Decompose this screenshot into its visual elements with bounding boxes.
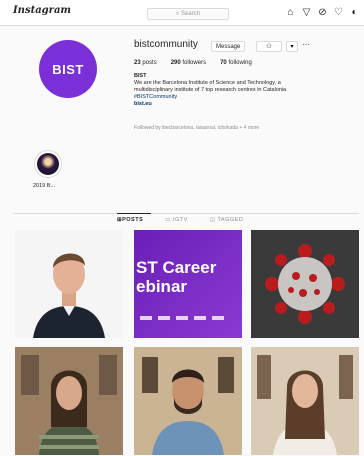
tabs-divider bbox=[13, 213, 359, 214]
partner-logos bbox=[140, 316, 224, 320]
bio-line-1: We are the Barcelona Institute of Scienc… bbox=[134, 80, 281, 86]
profile-stats: 23 posts 290 followers 70 following bbox=[134, 60, 252, 66]
nav-icons: ⌂ ▽ ⊘ ♡ ◐ bbox=[285, 7, 360, 18]
following-count[interactable]: 70 following bbox=[220, 60, 252, 66]
tab-tagged[interactable]: ◫ TAGGED bbox=[210, 217, 243, 223]
profile-bio: BIST We are the Barcelona Institute of S… bbox=[134, 73, 334, 108]
highlight-label: 2019 B... bbox=[33, 183, 56, 189]
portrait-woman-long-hair-image bbox=[251, 347, 359, 455]
profile-icon[interactable]: ◐ bbox=[349, 7, 360, 18]
avatar-text: BIST bbox=[52, 61, 84, 77]
followers-count[interactable]: 290 followers bbox=[171, 60, 206, 66]
post-thumbnail[interactable] bbox=[134, 347, 242, 455]
post-thumbnail[interactable] bbox=[251, 230, 359, 338]
bio-hashtag[interactable]: #BISTCommunity bbox=[134, 94, 334, 101]
top-nav-bar: Instagram ⌕ Search ⌂ ▽ ⊘ ♡ ◐ bbox=[0, 0, 364, 26]
ellipsis-icon: ··· bbox=[302, 40, 310, 49]
profile-tabs: ⊞POSTS ▭ IGTV ◫ TAGGED bbox=[117, 217, 243, 223]
highlight-cover-image bbox=[37, 153, 59, 175]
post-thumbnail[interactable]: ST Career ebinar bbox=[134, 230, 242, 338]
post-thumbnail[interactable] bbox=[15, 347, 123, 455]
portrait-man-image bbox=[15, 230, 123, 338]
follow-button[interactable]: ⚇ bbox=[256, 41, 282, 52]
home-icon[interactable]: ⌂ bbox=[285, 7, 296, 18]
follow-person-icon: ⚇ bbox=[266, 44, 272, 50]
portrait-woman-image bbox=[15, 347, 123, 455]
suggestions-dropdown-button[interactable]: ▾ bbox=[286, 41, 298, 52]
explore-icon[interactable]: ⊘ bbox=[317, 7, 328, 18]
bio-line-2: multidisciplinary institute of 7 top res… bbox=[134, 87, 287, 93]
coronavirus-image bbox=[251, 230, 359, 338]
career-webinar-text: ST Career ebinar bbox=[136, 258, 217, 296]
search-input[interactable]: ⌕ Search bbox=[147, 8, 229, 20]
instagram-logo[interactable]: Instagram bbox=[13, 5, 71, 16]
message-button[interactable]: Message bbox=[211, 41, 246, 52]
profile-username: bistcommunity bbox=[134, 39, 198, 50]
chevron-down-icon: ▾ bbox=[290, 44, 294, 50]
followed-by-text[interactable]: Followed by ibecbarcelona, iaiaarnal, ic… bbox=[134, 125, 259, 131]
more-options-button[interactable]: ··· bbox=[302, 40, 310, 49]
search-placeholder: Search bbox=[181, 11, 201, 17]
bio-website-link[interactable]: bist.eu bbox=[134, 101, 334, 108]
heart-icon[interactable]: ♡ bbox=[333, 7, 344, 18]
tv-icon: ▭ bbox=[165, 217, 173, 223]
filter-icon[interactable]: ▽ bbox=[301, 7, 312, 18]
posts-count: 23 posts bbox=[134, 60, 157, 66]
story-highlight[interactable] bbox=[34, 150, 62, 178]
tab-posts[interactable]: ⊞POSTS bbox=[117, 217, 143, 223]
portrait-bearded-man-image bbox=[134, 347, 242, 455]
post-thumbnail[interactable] bbox=[251, 347, 359, 455]
profile-avatar[interactable]: BIST bbox=[39, 40, 97, 98]
tab-igtv[interactable]: ▭ IGTV bbox=[165, 217, 188, 223]
active-tab-indicator bbox=[117, 213, 151, 214]
post-thumbnail[interactable] bbox=[15, 230, 123, 338]
bio-name: BIST bbox=[134, 73, 147, 79]
